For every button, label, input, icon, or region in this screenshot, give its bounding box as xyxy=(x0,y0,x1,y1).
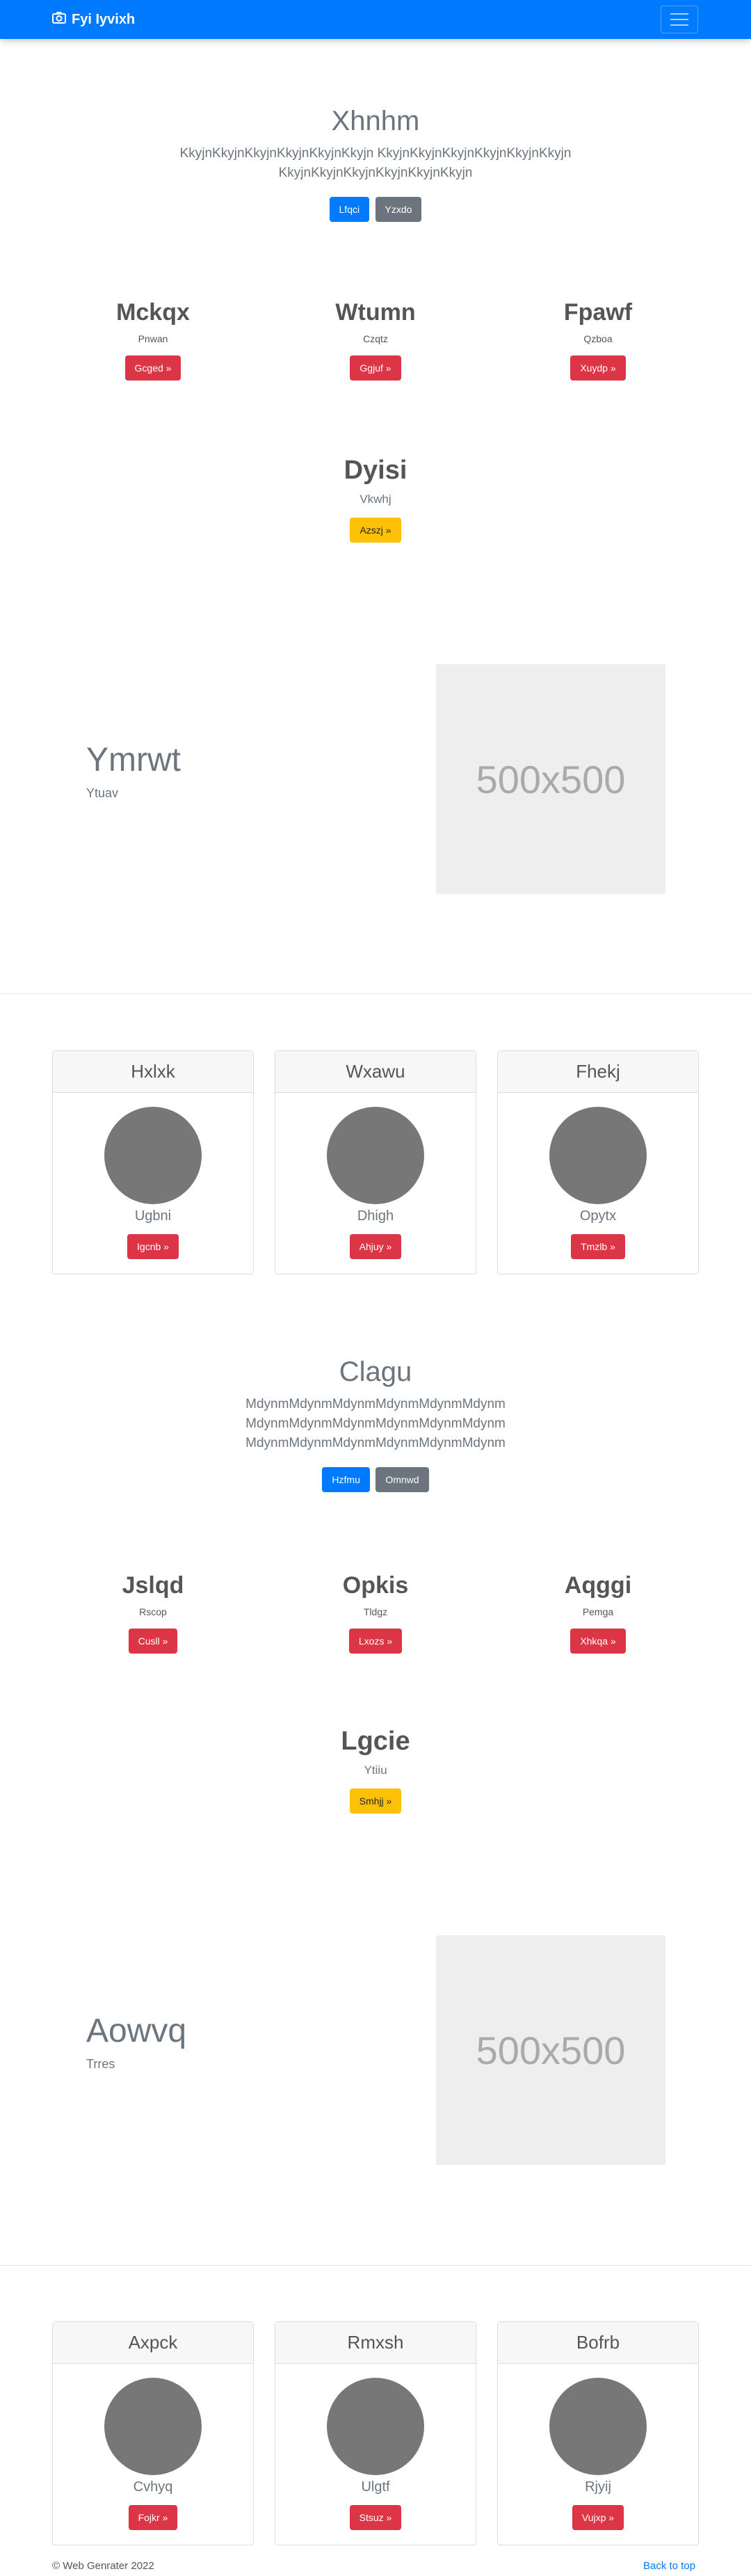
card: Hxlxk Ugbni Igcnb » xyxy=(52,1050,254,1274)
column-button[interactable]: Xuydp » xyxy=(570,355,626,381)
feature-title: Ymrwt xyxy=(86,742,181,778)
column-subtitle: Tldgz xyxy=(363,1606,388,1617)
hero-lead-line: MdynmMdynmMdynmMdynmMdynmMdynm xyxy=(245,1436,506,1450)
card-subtitle: Opytx xyxy=(579,1208,617,1224)
avatar xyxy=(327,1107,424,1204)
column-button[interactable]: Lxozs » xyxy=(348,1629,403,1654)
column-title: Mckqx xyxy=(116,299,190,326)
card-subtitle: Ulgtf xyxy=(361,2479,390,2495)
column-title: Wtumn xyxy=(335,299,416,326)
column-block: Jslqd Rscop Cusll » xyxy=(59,1572,247,1654)
card: Fhekj Opytx Tmzlb » xyxy=(497,1050,699,1274)
placeholder-image: 500x500 xyxy=(436,664,665,894)
section-divider xyxy=(0,993,751,994)
card-header: Fhekj xyxy=(498,1051,698,1093)
avatar xyxy=(104,2378,202,2475)
single-subtitle: Vkwhj xyxy=(360,493,391,506)
card-subtitle: Rjyij xyxy=(585,2479,611,2495)
column-title: Aqggi xyxy=(564,1572,632,1599)
card: Wxawu Dhigh Ahjuy » xyxy=(275,1050,476,1274)
hero-title: Xhnhm xyxy=(331,106,420,136)
column-button[interactable]: Xhkqa » xyxy=(570,1629,626,1654)
card-subtitle: Ugbni xyxy=(134,1208,172,1224)
column-button[interactable]: Cusll » xyxy=(128,1629,178,1654)
hero-primary-button[interactable]: Hzfmu xyxy=(322,1467,370,1492)
card-button[interactable]: Fojkr » xyxy=(128,2505,178,2530)
column-block: Mckqx Pnwan Gcged » xyxy=(59,299,247,381)
column-button[interactable]: Ggjuf » xyxy=(350,355,401,381)
hamburger-menu-button[interactable] xyxy=(661,6,698,33)
column-block: Wtumn Czqtz Ggjuf » xyxy=(282,299,469,381)
single-title: Lgcie xyxy=(341,1727,410,1756)
camera-icon xyxy=(52,11,72,28)
brand-label: Fyi Iyvixh xyxy=(72,11,136,27)
column-block: Opkis Tldgz Lxozs » xyxy=(282,1572,469,1654)
hero-section: Clagu MdynmMdynmMdynmMdynmMdynmMdynm Mdy… xyxy=(0,1357,751,1492)
section-divider xyxy=(0,2265,751,2266)
feature-subtitle: Trres xyxy=(86,2057,115,2071)
card-header: Rmxsh xyxy=(275,2322,476,2364)
footer-copyright: © Web Genrater 2022 xyxy=(52,2560,154,2572)
column-subtitle: Rscop xyxy=(139,1606,167,1617)
column-subtitle: Czqtz xyxy=(363,333,388,344)
single-subtitle: Ytiiu xyxy=(364,1763,387,1777)
back-to-top-link[interactable]: Back to top xyxy=(643,2560,695,2572)
avatar xyxy=(104,1107,202,1204)
card-header: Bofrb xyxy=(498,2322,698,2364)
hero-lead-line: MdynmMdynmMdynmMdynmMdynmMdynm xyxy=(245,1397,506,1411)
card-button[interactable]: Vujxp » xyxy=(572,2505,624,2530)
avatar xyxy=(327,2378,424,2475)
feature-title: Aowvq xyxy=(86,2013,187,2049)
hamburger-menu-icon xyxy=(670,13,688,15)
column-block: Fpawf Qzboa Xuydp » xyxy=(504,299,692,381)
hero-lead-line: MdynmMdynmMdynmMdynmMdynmMdynm xyxy=(245,1416,506,1431)
hero-secondary-button[interactable]: Yzxdo xyxy=(375,197,422,222)
card: Bofrb Rjyij Vujxp » xyxy=(497,2321,699,2545)
column-title: Opkis xyxy=(342,1572,409,1599)
hero-lead-line: KkyjnKkyjnKkyjnKkyjnKkyjnKkyjn xyxy=(278,166,473,180)
column-block: Aqggi Pemga Xhkqa » xyxy=(504,1572,692,1654)
column-title: Jslqd xyxy=(122,1572,184,1599)
hero-secondary-button[interactable]: Omnwd xyxy=(376,1467,429,1492)
column-subtitle: Pnwan xyxy=(138,333,168,344)
single-button[interactable]: Smhjj » xyxy=(349,1789,402,1814)
column-button[interactable]: Gcged » xyxy=(124,355,181,381)
navbar-brand[interactable]: Fyi Iyvixh xyxy=(52,11,135,28)
column-subtitle: Pemga xyxy=(582,1606,614,1617)
card-button[interactable]: Stsuz » xyxy=(349,2505,402,2530)
card-button[interactable]: Tmzlb » xyxy=(571,1234,625,1259)
navbar: Fyi Iyvixh xyxy=(0,0,751,39)
single-feature-block: Lgcie Ytiiu Smhjj » xyxy=(0,1727,751,1814)
hero-primary-button[interactable]: Lfqci xyxy=(329,197,370,222)
feature-subtitle: Ytuav xyxy=(86,786,119,800)
avatar xyxy=(549,1107,647,1204)
card-header: Hxlxk xyxy=(53,1051,253,1093)
single-feature-block: Dyisi Vkwhj Azszj » xyxy=(0,456,751,543)
single-button[interactable]: Azszj » xyxy=(350,518,401,543)
hero-lead-line: KkyjnKkyjnKkyjnKkyjnKkyjnKkyjn KkyjnKkyj… xyxy=(179,146,572,161)
card-button[interactable]: Ahjuy » xyxy=(349,1234,402,1259)
hero-title: Clagu xyxy=(339,1357,412,1387)
card-header: Wxawu xyxy=(275,1051,476,1093)
card-button[interactable]: Igcnb » xyxy=(127,1234,179,1259)
card-subtitle: Dhigh xyxy=(357,1208,394,1224)
hero-section: Xhnhm KkyjnKkyjnKkyjnKkyjnKkyjnKkyjn Kky… xyxy=(0,106,751,222)
card-header: Axpck xyxy=(53,2322,253,2364)
avatar xyxy=(549,2378,647,2475)
placeholder-image: 500x500 xyxy=(436,1935,665,2165)
card: Rmxsh Ulgtf Stsuz » xyxy=(275,2321,476,2545)
column-title: Fpawf xyxy=(563,299,633,326)
single-title: Dyisi xyxy=(344,456,407,485)
card-subtitle: Cvhyq xyxy=(133,2479,173,2495)
card: Axpck Cvhyq Fojkr » xyxy=(52,2321,254,2545)
column-subtitle: Qzboa xyxy=(583,333,613,344)
